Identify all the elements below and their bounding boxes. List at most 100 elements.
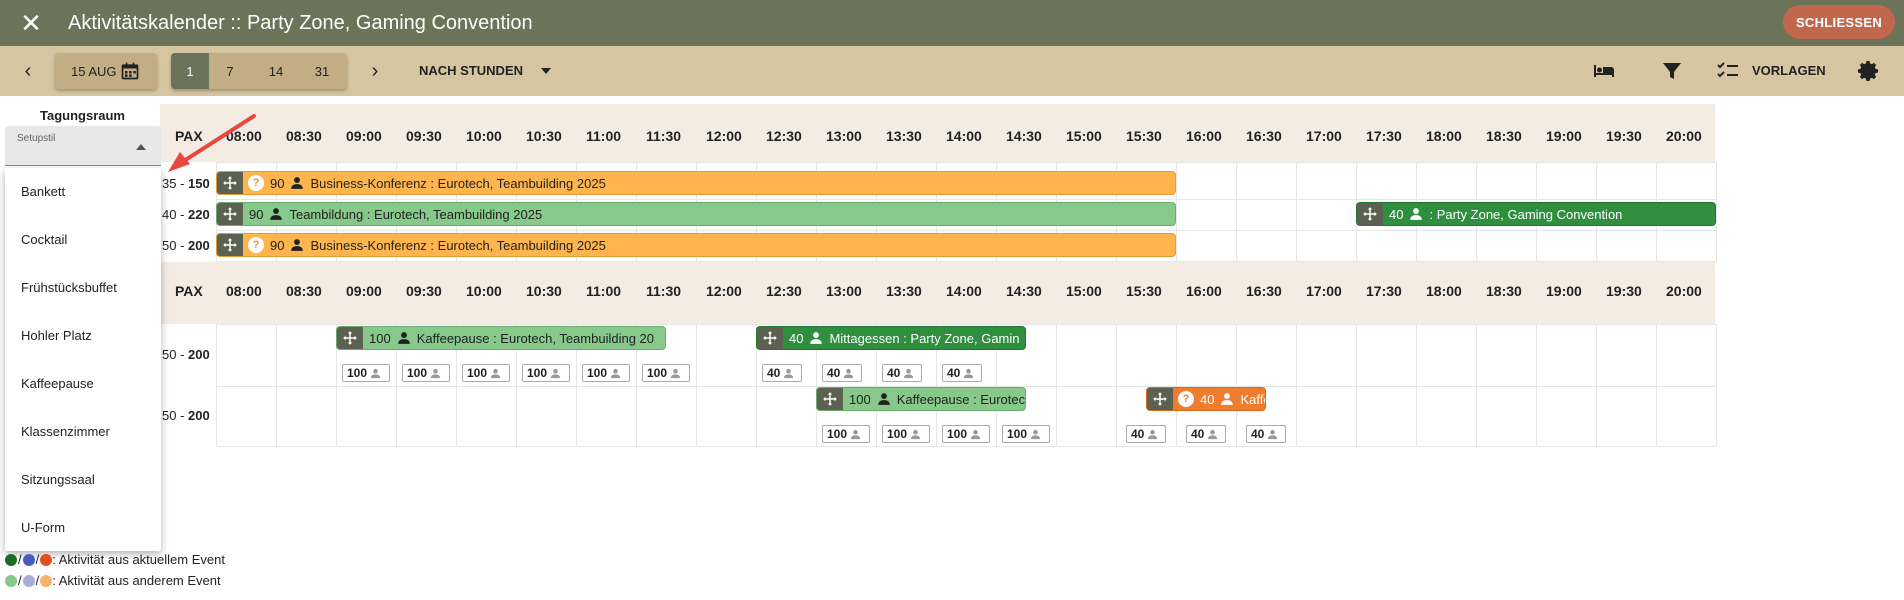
- bar-label: Business-Konferenz : Eurotech, Teambuild…: [310, 237, 606, 253]
- chevron-right-icon[interactable]: ›: [364, 60, 386, 82]
- chip-value: 100: [347, 366, 368, 380]
- capacity-chip[interactable]: 100: [822, 425, 870, 443]
- grid-row-line: [216, 324, 1716, 325]
- option-u-form[interactable]: U-Form: [21, 520, 65, 535]
- move-handle-icon[interactable]: [1147, 388, 1173, 410]
- activity-bar[interactable]: 90 Teambildung : Eurotech, Teambuilding …: [216, 202, 1176, 226]
- person-icon: [1221, 393, 1234, 405]
- chip-value: 100: [947, 427, 968, 441]
- move-handle-icon[interactable]: [217, 234, 243, 256]
- chip-value: 40: [767, 366, 781, 380]
- person-icon: [1148, 429, 1158, 439]
- activity-bar[interactable]: ? 90 Business-Konferenz : Eurotech, Team…: [216, 171, 1176, 195]
- time-header-label: 18:30: [1486, 128, 1522, 144]
- range-option-1[interactable]: 1: [171, 53, 209, 89]
- capacity-chip[interactable]: 100: [942, 425, 990, 443]
- chip-value: 100: [527, 366, 548, 380]
- time-header-label: 18:30: [1486, 283, 1522, 299]
- filter-icon[interactable]: [1660, 59, 1684, 83]
- move-handle-icon[interactable]: [757, 327, 783, 349]
- option-kaffeepause[interactable]: Kaffeepause: [21, 376, 94, 391]
- move-handle-icon[interactable]: [1357, 203, 1383, 225]
- grid-column-line: [1296, 324, 1297, 446]
- capacity-chip[interactable]: 100: [462, 364, 510, 382]
- time-header-label: 09:00: [346, 128, 382, 144]
- bar-pax: 100: [849, 391, 871, 407]
- capacity-chip[interactable]: 100: [582, 364, 630, 382]
- capacity-chip[interactable]: 100: [882, 425, 930, 443]
- grid-row-line: [216, 199, 1716, 200]
- time-header-label: 12:30: [766, 128, 802, 144]
- caret-down-icon[interactable]: [541, 68, 551, 74]
- person-icon: [1410, 208, 1423, 220]
- capacity-chip[interactable]: 40: [822, 364, 862, 382]
- time-header-label: 17:30: [1366, 128, 1402, 144]
- capacity-chip[interactable]: 40: [762, 364, 802, 382]
- date-label: 15 AUG: [71, 63, 117, 79]
- capacity-chip[interactable]: 40: [1246, 425, 1286, 443]
- activity-bar[interactable]: 40 : Party Zone, Gaming Convention: [1356, 202, 1716, 226]
- move-handle-icon[interactable]: [817, 388, 843, 410]
- capacity-chip[interactable]: 40: [882, 364, 922, 382]
- capacity-chip[interactable]: 100: [402, 364, 450, 382]
- capacity-chip[interactable]: 40: [1186, 425, 1226, 443]
- caret-up-icon[interactable]: [136, 144, 146, 150]
- option-fruehstuecksbuffet[interactable]: Frühstücksbuffet: [21, 280, 117, 295]
- person-icon: [877, 393, 890, 405]
- option-sitzungssaal[interactable]: Sitzungssaal: [21, 472, 95, 487]
- range-option-7[interactable]: 7: [211, 53, 249, 89]
- setup-style-dropdown: Bankett Cocktail Frühstücksbuffet Hohler…: [5, 168, 161, 551]
- option-hohler-platz[interactable]: Hohler Platz: [21, 328, 92, 343]
- activity-bar[interactable]: 40 Mittagessen : Party Zone, Gamin: [756, 326, 1026, 350]
- time-header-label: 11:30: [646, 283, 682, 299]
- view-mode-select[interactable]: NACH STUNDEN: [419, 63, 523, 78]
- capacity-chip[interactable]: 100: [642, 364, 690, 382]
- capacity-chip[interactable]: 40: [942, 364, 982, 382]
- bed-icon[interactable]: [1592, 59, 1616, 83]
- time-header-label: 13:30: [886, 283, 922, 299]
- close-button[interactable]: SCHLIESSEN: [1783, 5, 1895, 39]
- capacity-chip[interactable]: 40: [1126, 425, 1166, 443]
- grid-row-line: [216, 230, 1716, 231]
- range-option-14[interactable]: 14: [257, 53, 295, 89]
- range-option-31[interactable]: 31: [303, 53, 341, 89]
- time-header-label: 15:30: [1126, 128, 1162, 144]
- chip-value: 100: [887, 427, 908, 441]
- move-handle-icon[interactable]: [217, 203, 243, 225]
- activity-bar[interactable]: 100 Kaffeepause : Eurotec: [816, 387, 1026, 411]
- move-handle-icon[interactable]: [337, 327, 363, 349]
- gear-icon[interactable]: [1857, 59, 1881, 83]
- capacity-chip[interactable]: 100: [522, 364, 570, 382]
- time-header-row-1: [160, 104, 1715, 162]
- option-klassenzimmer[interactable]: Klassenzimmer: [21, 424, 110, 439]
- capacity-chip[interactable]: 100: [1002, 425, 1050, 443]
- time-header-label: 09:00: [346, 283, 382, 299]
- option-cocktail[interactable]: Cocktail: [21, 232, 67, 247]
- person-icon: [430, 368, 441, 378]
- legend-current-event: / / : Aktivität aus aktuellem Event: [5, 552, 225, 567]
- activity-bar[interactable]: ? 40 Kaffe: [1146, 387, 1266, 411]
- chevron-left-icon[interactable]: ‹: [17, 60, 39, 82]
- grid-column-line: [1236, 162, 1237, 262]
- date-picker-button[interactable]: 15 AUG: [55, 53, 157, 89]
- checklist-icon[interactable]: [1716, 59, 1740, 83]
- time-header-label: 17:30: [1366, 283, 1402, 299]
- time-header-label: 16:30: [1246, 128, 1282, 144]
- grid-column-line: [276, 324, 277, 446]
- time-header-label: 20:00: [1666, 283, 1702, 299]
- option-bankett[interactable]: Bankett: [21, 184, 65, 199]
- person-icon: [910, 429, 921, 439]
- activity-bar[interactable]: 100 Kaffeepause : Eurotech, Teambuilding…: [336, 326, 666, 350]
- templates-button[interactable]: VORLAGEN: [1752, 63, 1826, 78]
- grid-column-line: [1596, 324, 1597, 446]
- bar-pax: 100: [369, 330, 391, 346]
- close-icon[interactable]: ✕: [18, 10, 44, 36]
- legend-dot: [5, 574, 17, 587]
- pax-range-label: 50 - 200: [162, 408, 210, 423]
- time-header-label: 08:00: [226, 283, 262, 299]
- time-header-label: 14:00: [946, 283, 982, 299]
- unconfirmed-icon: ?: [248, 237, 264, 253]
- setup-style-select[interactable]: Setupstil: [5, 126, 161, 166]
- capacity-chip[interactable]: 100: [342, 364, 390, 382]
- activity-bar[interactable]: ? 90 Business-Konferenz : Eurotech, Team…: [216, 233, 1176, 257]
